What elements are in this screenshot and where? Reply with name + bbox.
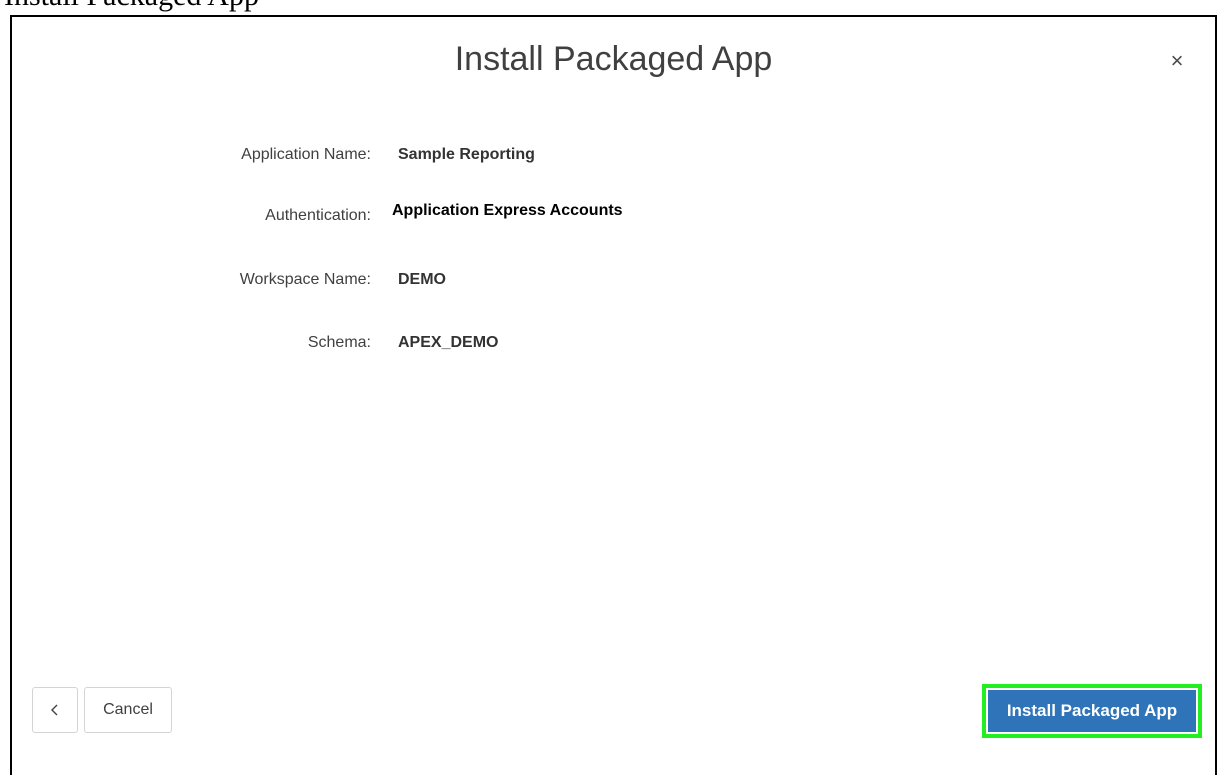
chevron-left-icon [51,704,58,716]
dialog-title: Install Packaged App [454,40,773,78]
install-packaged-app-button[interactable]: Install Packaged App [988,690,1196,732]
back-button[interactable] [32,687,78,733]
cancel-button[interactable]: Cancel [84,687,172,733]
install-button-highlight: Install Packaged App [982,684,1202,738]
schema-label: Schema: [307,334,371,351]
field-row-schema: Schema: APEX_DEMO [12,331,1219,355]
authentication-value: Application Express Accounts [392,202,623,219]
close-icon: × [1170,48,1184,73]
field-row-workspace-name: Workspace Name: DEMO [12,268,1219,292]
authentication-label: Authentication: [265,207,371,224]
caption-text: Install Packaged App [4,0,259,14]
application-name-value: Sample Reporting [398,146,535,163]
field-row-authentication: Authentication: Application Express Acco… [12,201,1219,225]
workspace-name-value: DEMO [398,271,446,288]
close-button[interactable]: × [1165,49,1189,73]
field-row-application-name: Application Name: Sample Reporting [12,143,1219,167]
caption-strip: Install Packaged App [0,0,1220,16]
workspace-name-label: Workspace Name: [239,271,371,288]
application-name-label: Application Name: [241,146,371,163]
schema-value: APEX_DEMO [398,334,499,351]
install-dialog: Install Packaged App × Application Name:… [10,15,1217,775]
